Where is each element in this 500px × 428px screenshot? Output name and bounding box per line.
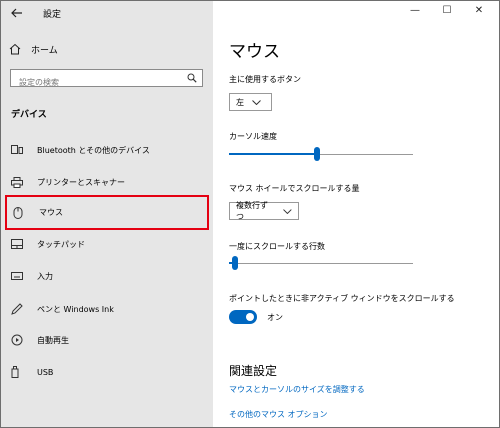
maximize-button[interactable]: ☐: [431, 5, 463, 16]
pen-icon: [5, 303, 35, 315]
settings-window: 設定 ホーム デバイス Bluetooth とその他のデバイス プリンターとスキ…: [0, 0, 500, 428]
sidebar-item-touchpad[interactable]: タッチパッド: [5, 230, 209, 258]
slider-thumb[interactable]: [231, 256, 238, 270]
chevron-down-icon: [252, 99, 261, 105]
cursor-speed-label: カーソル速度: [229, 132, 277, 141]
window-title: 設定: [43, 10, 62, 20]
inactive-scroll-toggle-row: オン: [229, 310, 283, 324]
related-settings-title: 関連設定: [229, 364, 278, 378]
sidebar-item-label: USB: [37, 367, 54, 377]
cursor-speed-slider[interactable]: [229, 146, 413, 162]
home-label: ホーム: [31, 45, 58, 56]
sidebar-item-label: プリンターとスキャナー: [37, 177, 125, 187]
close-button[interactable]: ✕: [463, 5, 495, 16]
sidebar-item-mouse[interactable]: マウス: [5, 195, 209, 230]
printer-icon: [5, 176, 35, 188]
back-button[interactable]: [7, 3, 27, 23]
autoplay-icon: [5, 334, 35, 346]
adjust-size-link[interactable]: マウスとカーソルのサイズを調整する: [229, 384, 365, 395]
primary-button-value: 左: [236, 97, 244, 107]
sidebar-item-label: 自動再生: [37, 335, 69, 345]
mouse-options-link[interactable]: その他のマウス オプション: [229, 409, 328, 420]
window-controls: — ☐ ✕: [399, 5, 495, 16]
toggle-state: オン: [267, 312, 283, 322]
primary-button-label: 主に使用するボタン: [229, 75, 301, 84]
sidebar-item-autoplay[interactable]: 自動再生: [5, 326, 209, 354]
sidebar-item-label: ペンと Windows Ink: [37, 304, 114, 314]
sidebar-item-label: Bluetooth とその他のデバイス: [37, 145, 150, 155]
primary-button-dropdown[interactable]: 左: [229, 93, 272, 111]
touchpad-icon: [5, 239, 35, 249]
sidebar-item-printers[interactable]: プリンターとスキャナー: [5, 168, 209, 196]
section-title: デバイス: [11, 110, 47, 120]
sidebar-item-typing[interactable]: 入力: [5, 262, 209, 290]
search-input[interactable]: [11, 74, 179, 91]
inactive-scroll-toggle[interactable]: [229, 310, 257, 324]
sidebar-item-label: タッチパッド: [37, 239, 85, 249]
minimize-button[interactable]: —: [399, 5, 431, 16]
main-content: — ☐ ✕ マウス 主に使用するボタン 左 カーソル速度 マウス ホイールでスク…: [213, 1, 500, 427]
lines-scroll-label: 一度にスクロールする行数: [229, 242, 325, 251]
wheel-scroll-value: 複数行ずつ: [236, 201, 268, 221]
slider-thumb[interactable]: [314, 147, 321, 161]
title-bar: 設定: [1, 1, 213, 25]
search-box[interactable]: [10, 69, 203, 91]
wheel-scroll-label: マウス ホイールでスクロールする量: [229, 184, 360, 193]
sidebar-item-label: 入力: [37, 271, 53, 281]
home-link[interactable]: ホーム: [9, 39, 58, 59]
lines-scroll-slider[interactable]: [229, 255, 413, 271]
slider-fill: [229, 153, 318, 155]
inactive-scroll-label: ポイントしたときに非アクティブ ウィンドウをスクロールする: [229, 294, 455, 303]
keyboard-icon: [5, 272, 35, 280]
back-arrow-icon: [11, 8, 22, 18]
sidebar: 設定 ホーム デバイス Bluetooth とその他のデバイス プリンターとスキ…: [1, 1, 213, 427]
sidebar-item-label: マウス: [39, 208, 63, 217]
bluetooth-device-icon: [5, 145, 35, 155]
sidebar-item-bluetooth[interactable]: Bluetooth とその他のデバイス: [5, 136, 209, 164]
slider-track: [229, 263, 413, 264]
search-icon: [187, 73, 197, 83]
wheel-scroll-dropdown[interactable]: 複数行ずつ: [229, 201, 299, 221]
sidebar-item-pen[interactable]: ペンと Windows Ink: [5, 295, 209, 323]
page-title: マウス: [229, 42, 280, 62]
toggle-knob: [246, 313, 254, 321]
home-icon: [9, 43, 31, 55]
mouse-icon: [7, 206, 37, 219]
sidebar-item-usb[interactable]: USB: [5, 358, 209, 386]
chevron-down-icon: [283, 208, 292, 214]
usb-icon: [5, 366, 35, 378]
